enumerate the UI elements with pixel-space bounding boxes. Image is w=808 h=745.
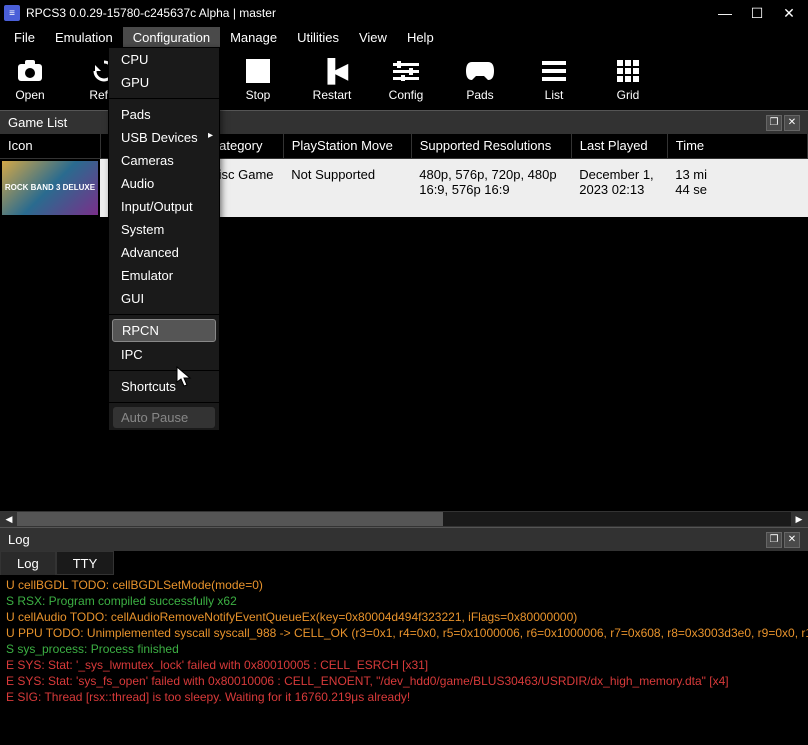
list-icon — [540, 58, 568, 84]
scroll-thumb[interactable] — [17, 512, 443, 526]
open-button[interactable]: Open — [8, 58, 52, 102]
col-psmove[interactable]: PlayStation Move — [283, 134, 411, 158]
menu-view[interactable]: View — [349, 27, 397, 48]
app-icon: ≡ — [4, 5, 20, 21]
scroll-left-arrow[interactable]: ◀ — [1, 512, 17, 526]
config-button[interactable]: Config — [384, 58, 428, 102]
configuration-dropdown: CPUGPU PadsUSB DevicesCamerasAudioInput/O… — [108, 47, 220, 431]
log-line: E SYS: Stat: '_sys_lwmutex_lock' failed … — [6, 657, 802, 673]
window-title: RPCS3 0.0.29-15780-c245637c Alpha | mast… — [26, 6, 718, 20]
dd-item-rpcn[interactable]: RPCN — [112, 319, 216, 342]
dd-item-audio[interactable]: Audio — [109, 172, 219, 195]
dd-item-gui[interactable]: GUI — [109, 287, 219, 310]
menu-emulation[interactable]: Emulation — [45, 27, 123, 48]
log-close-button[interactable]: ✕ — [784, 532, 800, 548]
cell-lastplayed: December 1, 2023 02:13 — [571, 158, 667, 217]
log-line: E SIG: Thread [rsx::thread] is too sleep… — [6, 689, 802, 705]
cell-resolutions: 480p, 576p, 720p, 480p 16:9, 576p 16:9 — [411, 158, 571, 217]
dd-item-usb-devices[interactable]: USB Devices — [109, 126, 219, 149]
game-cover-icon: ROCK BAND 3 DELUXE — [2, 161, 98, 215]
stop-button[interactable]: Stop — [236, 58, 280, 102]
dd-item-pads[interactable]: Pads — [109, 103, 219, 126]
scroll-right-arrow[interactable]: ▶ — [791, 512, 807, 526]
scroll-track[interactable] — [17, 512, 791, 526]
cell-psmove: Not Supported — [283, 158, 411, 217]
game-icon-cell[interactable]: ROCK BAND 3 DELUXE — [0, 158, 100, 217]
restart-icon: ▐◀ — [318, 58, 346, 84]
col-time[interactable]: Time — [667, 134, 807, 158]
menu-help[interactable]: Help — [397, 27, 444, 48]
tab-log[interactable]: Log — [0, 551, 56, 575]
tab-tty[interactable]: TTY — [56, 551, 115, 575]
panel-close-button[interactable]: ✕ — [784, 115, 800, 131]
col-lastplayed[interactable]: Last Played — [571, 134, 667, 158]
gamepad-icon — [466, 58, 494, 84]
stop-icon — [244, 58, 272, 84]
minimize-button[interactable]: — — [718, 6, 732, 20]
panel-float-button[interactable]: ❐ — [766, 115, 782, 131]
grid-icon — [614, 58, 642, 84]
menu-configuration[interactable]: Configuration — [123, 27, 220, 48]
log-float-button[interactable]: ❐ — [766, 532, 782, 548]
camera-icon — [16, 58, 44, 84]
dd-item-emulator[interactable]: Emulator — [109, 264, 219, 287]
col-resolutions[interactable]: Supported Resolutions — [411, 134, 571, 158]
log-line: U cellBGDL TODO: cellBGDLSetMode(mode=0) — [6, 577, 802, 593]
cell-time: 13 mi 44 se — [667, 158, 807, 217]
menu-utilities[interactable]: Utilities — [287, 27, 349, 48]
maximize-button[interactable]: ☐ — [750, 6, 764, 20]
log-line: U cellAudio TODO: cellAudioRemoveNotifyE… — [6, 609, 802, 625]
menu-manage[interactable]: Manage — [220, 27, 287, 48]
log-header: Log ❐ ✕ — [0, 527, 808, 551]
log-line: S sys_process: Process finished — [6, 641, 802, 657]
dd-item-system[interactable]: System — [109, 218, 219, 241]
dd-item-cameras[interactable]: Cameras — [109, 149, 219, 172]
dd-item-input-output[interactable]: Input/Output — [109, 195, 219, 218]
menu-file[interactable]: File — [4, 27, 45, 48]
sliders-icon — [392, 58, 420, 84]
pads-button[interactable]: Pads — [458, 58, 502, 102]
dd-item-ipc[interactable]: IPC — [109, 343, 219, 366]
dd-item-gpu[interactable]: GPU — [109, 71, 219, 94]
col-icon[interactable]: Icon — [0, 134, 100, 158]
list-button[interactable]: List — [532, 58, 576, 102]
close-button[interactable]: ✕ — [782, 6, 796, 20]
restart-button[interactable]: ▐◀ Restart — [310, 58, 354, 102]
horizontal-scrollbar[interactable]: ◀ ▶ — [0, 511, 808, 527]
dd-item-advanced[interactable]: Advanced — [109, 241, 219, 264]
log-line: E SYS: Stat: 'sys_fs_open' failed with 0… — [6, 673, 802, 689]
grid-button[interactable]: Grid — [606, 58, 650, 102]
log-line: S RSX: Program compiled successfully x62 — [6, 593, 802, 609]
log-title: Log — [8, 532, 30, 547]
dd-item-cpu[interactable]: CPU — [109, 48, 219, 71]
dd-item-shortcuts[interactable]: Shortcuts — [109, 375, 219, 398]
log-output[interactable]: U cellBGDL TODO: cellBGDLSetMode(mode=0)… — [0, 575, 808, 707]
gamelist-title: Game List — [8, 115, 67, 130]
dd-item-auto-pause: Auto Pause — [113, 407, 215, 428]
log-line: U PPU TODO: Unimplemented syscall syscal… — [6, 625, 802, 641]
